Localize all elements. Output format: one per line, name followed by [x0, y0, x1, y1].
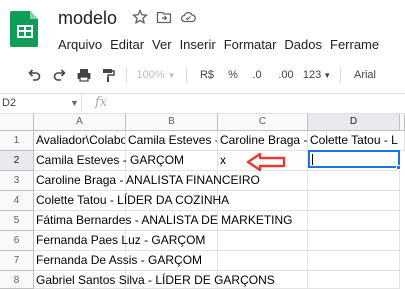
formula-input[interactable] — [118, 94, 405, 113]
font-select[interactable]: Arial — [350, 64, 380, 86]
formula-bar: D2 ▼ fx — [0, 94, 405, 114]
zoom-select[interactable]: 100% ▼ — [136, 64, 176, 86]
text-cursor — [312, 154, 313, 165]
cell-a1[interactable]: Avaliador\Colabo — [34, 131, 126, 151]
menu-formatar[interactable]: Formatar — [224, 37, 277, 52]
cell-c1[interactable]: Caroline Braga - — [218, 131, 308, 151]
grid-cell[interactable] — [308, 171, 400, 191]
app-header: modelo Arquivo Editar Ver Inserir Format… — [0, 0, 405, 58]
select-all-corner[interactable] — [0, 114, 34, 131]
cell-a2[interactable]: Camila Esteves - GARÇOM — [34, 151, 184, 171]
grid-cell[interactable] — [308, 251, 400, 271]
undo-icon[interactable] — [24, 64, 44, 86]
chevron-down-icon[interactable]: ▼ — [70, 94, 79, 113]
cell-b1[interactable]: Camila Esteves - — [126, 131, 218, 151]
menu-bar: Arquivo Editar Ver Inserir Formatar Dado… — [58, 37, 387, 52]
menu-ferramentas[interactable]: Ferrame — [330, 37, 379, 52]
row-header-8[interactable]: 8 — [0, 271, 34, 289]
row-header-5[interactable]: 5 — [0, 211, 34, 231]
cell-d1[interactable]: Colette Tatou - L — [308, 131, 405, 151]
cloud-saved-icon[interactable] — [180, 8, 196, 26]
grid-cell[interactable] — [308, 191, 400, 211]
row-header-6[interactable]: 6 — [0, 231, 34, 251]
row-header-7[interactable]: 7 — [0, 251, 34, 271]
chevron-down-icon: ▼ — [323, 70, 332, 80]
redo-icon[interactable] — [50, 64, 70, 86]
decrease-decimals-label: .0 — [252, 69, 262, 81]
menu-dados[interactable]: Dados — [284, 37, 322, 52]
grid-cell[interactable] — [308, 231, 400, 251]
fx-icon: fx — [95, 95, 108, 110]
column-header-d[interactable]: D — [308, 114, 400, 131]
annotation-arrow-icon — [246, 152, 286, 172]
cell-a4[interactable]: Colette Tatou - LÍDER DA COZINHA — [34, 191, 229, 211]
toolbar-divider — [186, 67, 187, 83]
cell-a5[interactable]: Fátima Bernardes - ANALISTA DE MARKETING — [34, 211, 293, 231]
toolbar: 100% ▼ R$ % .0 .00 123 ▼ Arial — [0, 58, 405, 94]
chevron-down-icon: ▼ — [167, 70, 176, 80]
grid-cell[interactable] — [308, 271, 400, 289]
decrease-decimals-button[interactable]: .0 — [246, 64, 268, 86]
number-format-select[interactable]: 123 ▼ — [302, 64, 332, 86]
row-header-2[interactable]: 2 — [0, 151, 34, 171]
cell-a6[interactable]: Fernanda Paes Luz - GARÇOM — [34, 231, 205, 251]
paint-format-icon[interactable] — [98, 64, 118, 86]
grid-cell[interactable] — [218, 251, 308, 271]
fill-handle[interactable] — [396, 165, 401, 170]
grid-cell[interactable] — [218, 191, 308, 211]
percent-format-button[interactable]: % — [224, 64, 242, 86]
grid-cell[interactable] — [308, 211, 400, 231]
increase-decimals-button[interactable]: .00 — [274, 64, 298, 86]
row-header-3[interactable]: 3 — [0, 171, 34, 191]
move-to-folder-icon[interactable] — [156, 8, 172, 26]
percent-label: % — [228, 69, 238, 81]
menu-ver[interactable]: Ver — [152, 37, 172, 52]
row-header-1[interactable]: 1 — [0, 131, 34, 151]
document-title[interactable]: modelo — [58, 8, 117, 29]
active-cell-d2[interactable] — [308, 150, 400, 168]
grid-cell[interactable] — [218, 231, 308, 251]
menu-editar[interactable]: Editar — [110, 37, 144, 52]
column-header-c[interactable]: C — [218, 114, 308, 131]
column-header-b[interactable]: B — [126, 114, 218, 131]
google-sheets-logo-icon[interactable] — [10, 9, 40, 47]
row-header-4[interactable]: 4 — [0, 191, 34, 211]
currency-format-button[interactable]: R$ — [196, 64, 218, 86]
font-label: Arial — [353, 69, 376, 81]
cell-a3[interactable]: Caroline Braga - ANALISTA FINANCEIRO — [34, 171, 260, 191]
column-header-e[interactable] — [400, 114, 405, 131]
star-icon[interactable] — [132, 8, 148, 26]
cell-a7[interactable]: Fernanda De Assis - GARÇOM — [34, 251, 202, 271]
spreadsheet-grid: A B C D 1 2 3 4 5 6 7 8 Avaliador\Colabo… — [0, 114, 405, 289]
cell-a8[interactable]: Gabriel Santos Silva - LÍDER DE GARÇONS — [34, 271, 275, 289]
toolbar-divider — [340, 67, 341, 83]
toolbar-divider — [126, 67, 127, 83]
menu-inserir[interactable]: Inserir — [180, 37, 216, 52]
number-format-label: 123 — [302, 69, 322, 81]
increase-decimals-label: .00 — [278, 69, 294, 81]
column-header-a[interactable]: A — [34, 114, 126, 131]
zoom-value: 100% — [136, 69, 165, 81]
print-icon[interactable] — [74, 64, 94, 86]
currency-label: R$ — [199, 69, 215, 81]
menu-arquivo[interactable]: Arquivo — [58, 37, 102, 52]
